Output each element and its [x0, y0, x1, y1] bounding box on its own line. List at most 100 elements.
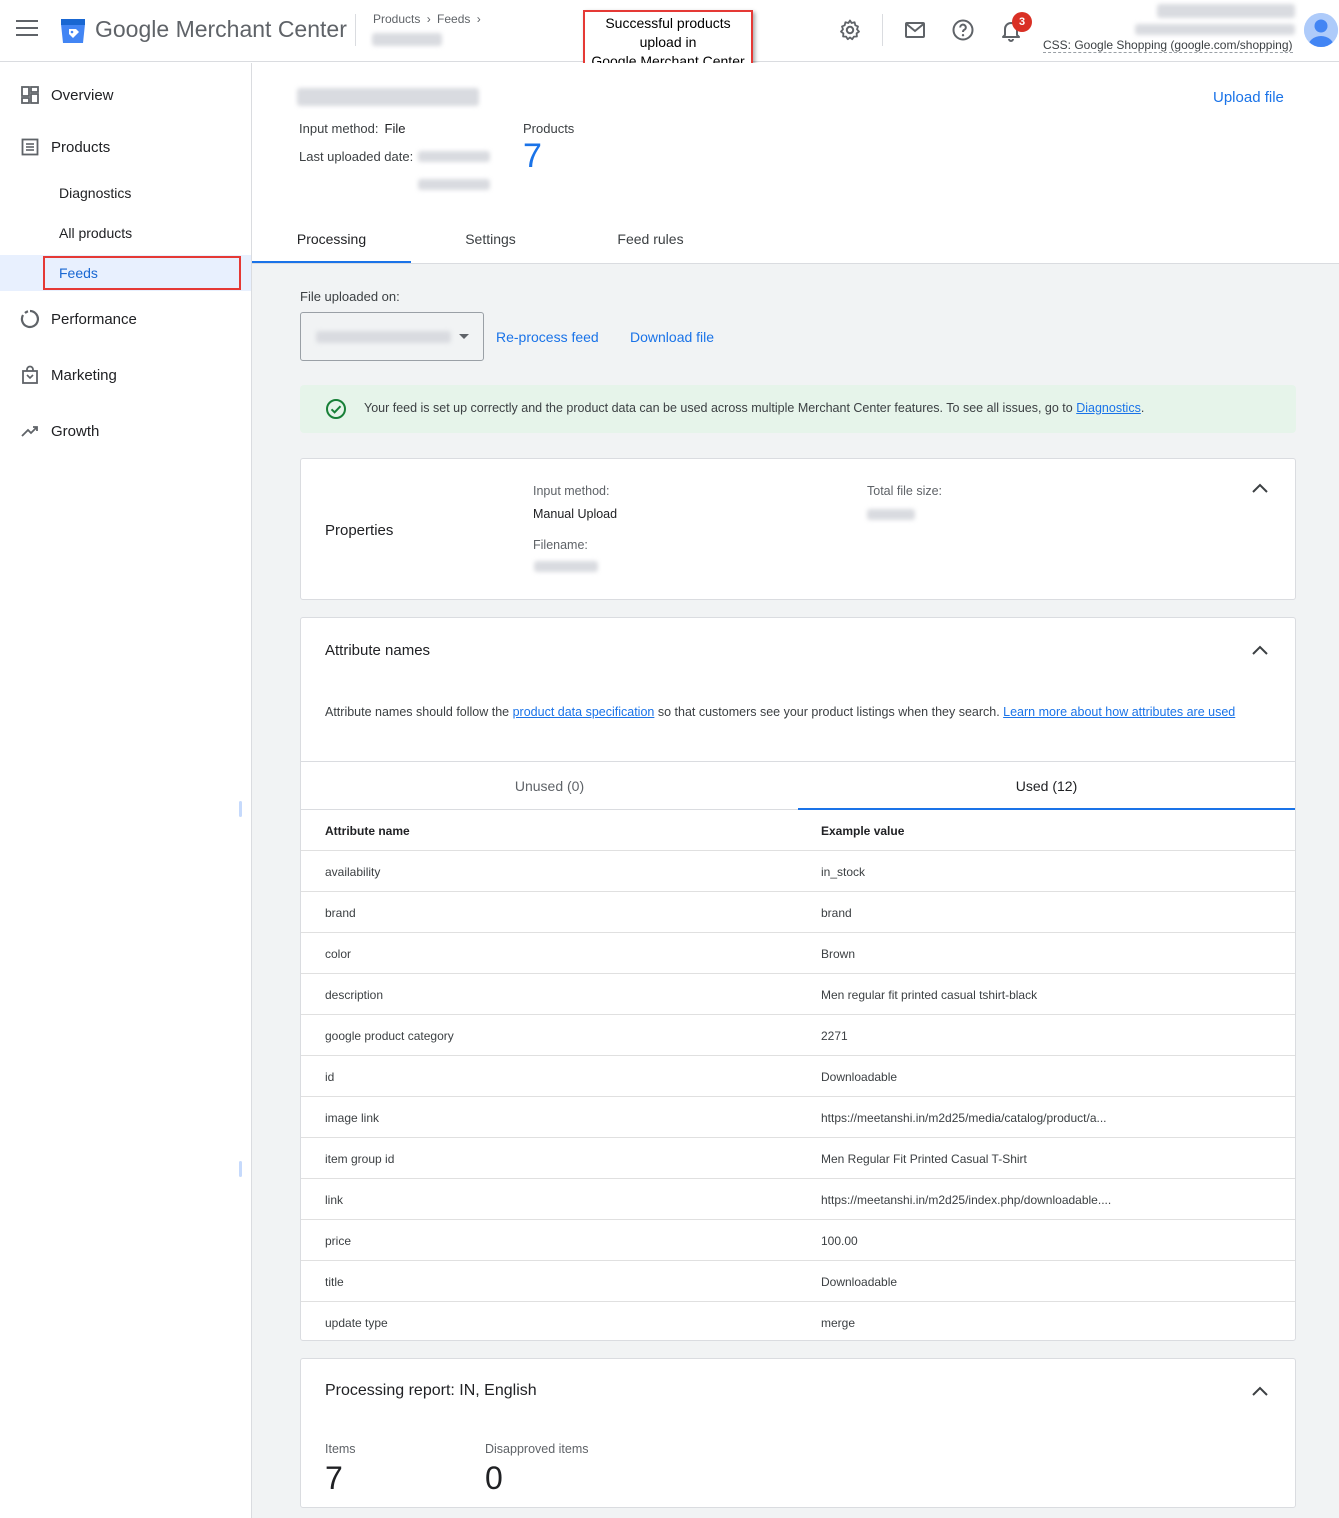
- attribute-name-cell: price: [325, 1234, 352, 1248]
- attribute-name-cell: update type: [325, 1316, 388, 1330]
- upload-date-select[interactable]: [300, 312, 484, 361]
- attribute-name-cell: google product category: [325, 1029, 454, 1043]
- download-file-button[interactable]: Download file: [630, 329, 714, 345]
- breadcrumb-feeds[interactable]: Feeds: [437, 12, 470, 26]
- tab-unused-attributes[interactable]: Unused (0): [301, 762, 798, 810]
- example-value-cell: Downloadable: [821, 1070, 898, 1084]
- processing-panel: File uploaded on: Re-process feed Downlo…: [252, 264, 1339, 1518]
- col-attribute-name: Attribute name: [325, 824, 410, 838]
- example-value-cell: https://meetanshi.in/m2d25/index.php/dow…: [821, 1193, 1112, 1207]
- tab-feed-rules[interactable]: Feed rules: [571, 220, 730, 263]
- nav-growth[interactable]: Growth: [0, 411, 251, 451]
- reprocess-feed-button[interactable]: Re-process feed: [496, 329, 599, 345]
- dashboard-icon: [21, 86, 39, 104]
- example-value-cell: merge: [821, 1316, 856, 1330]
- attribute-name-cell: image link: [325, 1111, 380, 1125]
- nav-growth-label: Growth: [51, 422, 100, 440]
- example-value-cell: brand: [821, 906, 852, 920]
- success-banner: Your feed is set up correctly and the pr…: [300, 385, 1296, 433]
- brand-title[interactable]: Google Merchant Center: [95, 16, 347, 43]
- check-circle-icon: [326, 399, 346, 419]
- last-uploaded-date-redacted: [418, 151, 490, 162]
- help-icon[interactable]: [951, 18, 975, 42]
- upload-date-redacted: [316, 331, 451, 343]
- settings-gear-icon[interactable]: [838, 18, 862, 42]
- nav-products-label: Products: [51, 138, 111, 156]
- attribute-name-cell: title: [325, 1275, 344, 1289]
- upload-file-button[interactable]: Upload file: [1213, 89, 1284, 106]
- items-label: Items: [325, 1442, 356, 1456]
- attribute-name-cell: item group id: [325, 1152, 395, 1166]
- file-uploaded-label: File uploaded on:: [300, 289, 400, 304]
- account-name-redacted: [1157, 4, 1295, 18]
- products-count[interactable]: 7: [523, 137, 542, 176]
- example-value-cell: 100.00: [821, 1234, 858, 1248]
- mail-icon[interactable]: [903, 18, 927, 42]
- nav-overview-label: Overview: [51, 86, 114, 104]
- example-value-cell: Downloadable: [821, 1275, 898, 1289]
- breadcrumb-products[interactable]: Products: [373, 12, 420, 26]
- table-row: color Brown: [301, 933, 1295, 974]
- input-method-label: Input method:: [299, 121, 379, 136]
- col-example-value: Example value: [821, 824, 905, 838]
- prop-total-size-label: Total file size:: [867, 484, 943, 498]
- attribute-name-cell: link: [325, 1193, 344, 1207]
- processing-report-card: Processing report: IN, English Items 7 D…: [300, 1358, 1296, 1508]
- table-row: description Men regular fit printed casua…: [301, 974, 1295, 1015]
- prop-filename-label: Filename:: [533, 538, 588, 552]
- attribute-name-cell: brand: [325, 906, 356, 920]
- attribute-names-title: Attribute names: [325, 642, 431, 659]
- nav-all-products[interactable]: All products: [0, 215, 251, 251]
- tab-processing[interactable]: Processing: [252, 220, 411, 263]
- chevron-up-icon[interactable]: [1251, 482, 1269, 494]
- list-icon: [21, 138, 39, 156]
- nav-overview[interactable]: Overview: [0, 75, 251, 115]
- attribute-subtabs: Unused (0) Used (12): [301, 761, 1295, 810]
- nav-diagnostics[interactable]: Diagnostics: [0, 175, 251, 211]
- feeds-highlight-box: [43, 256, 241, 290]
- product-data-spec-link[interactable]: product data specification: [513, 705, 655, 719]
- properties-card: Properties Input method: Manual Upload F…: [300, 458, 1296, 600]
- example-value-cell: in_stock: [821, 865, 866, 879]
- sidebar-resize-handle[interactable]: [239, 801, 242, 817]
- chevron-up-icon[interactable]: [1251, 644, 1269, 656]
- items-count: 7: [325, 1460, 343, 1496]
- disapproved-items-label: Disapproved items: [485, 1442, 589, 1456]
- table-row: availability in_stock: [301, 851, 1295, 892]
- annotation-line: upload in: [639, 34, 697, 50]
- attribute-name-cell: color: [325, 947, 352, 961]
- example-value-cell: Brown: [821, 947, 856, 961]
- learn-more-attributes-link[interactable]: Learn more about how attributes are used: [1003, 705, 1235, 719]
- disapproved-items-count: 0: [485, 1460, 503, 1496]
- tab-used-attributes[interactable]: Used (12): [798, 762, 1295, 810]
- table-row: update type merge: [301, 1302, 1295, 1343]
- attributes-table: Attribute name Example value availabilit…: [301, 810, 1295, 1343]
- diagnostics-link[interactable]: Diagnostics: [1076, 401, 1141, 415]
- table-header-row: Attribute name Example value: [301, 810, 1295, 851]
- trending-up-icon: [21, 426, 38, 437]
- input-method: Input method: File: [299, 121, 405, 136]
- example-value-cell: Men Regular Fit Printed Casual T-Shirt: [821, 1152, 1027, 1166]
- attribute-name-cell: id: [325, 1070, 335, 1084]
- main-menu-icon[interactable]: [16, 20, 38, 40]
- css-selector[interactable]: CSS: Google Shopping (google.com/shoppin…: [1043, 38, 1293, 53]
- nav-marketing[interactable]: Marketing: [0, 355, 251, 395]
- tab-settings[interactable]: Settings: [411, 220, 570, 263]
- example-value-cell: Men regular fit printed casual tshirt-bl…: [821, 988, 1038, 1002]
- attribute-name-cell: description: [325, 988, 384, 1002]
- feed-tabs: Processing Settings Feed rules: [252, 220, 1339, 264]
- prop-filename-redacted: [534, 561, 598, 572]
- attribute-name-cell: availability: [325, 865, 381, 879]
- last-uploaded-label: Last uploaded date:: [299, 149, 414, 164]
- products-label: Products: [523, 121, 575, 136]
- chevron-up-icon[interactable]: [1251, 1385, 1269, 1397]
- user-avatar-icon[interactable]: [1304, 13, 1338, 47]
- table-row: price 100.00: [301, 1220, 1295, 1261]
- nav-performance[interactable]: Performance: [0, 299, 251, 339]
- attribute-names-description: Attribute names should follow the produc…: [325, 705, 1265, 720]
- sidebar-resize-handle[interactable]: [239, 1161, 242, 1177]
- prop-total-size-redacted: [867, 509, 915, 520]
- account-email-redacted: [1135, 24, 1295, 35]
- nav-products[interactable]: Products: [0, 127, 251, 167]
- table-row: title Downloadable: [301, 1261, 1295, 1302]
